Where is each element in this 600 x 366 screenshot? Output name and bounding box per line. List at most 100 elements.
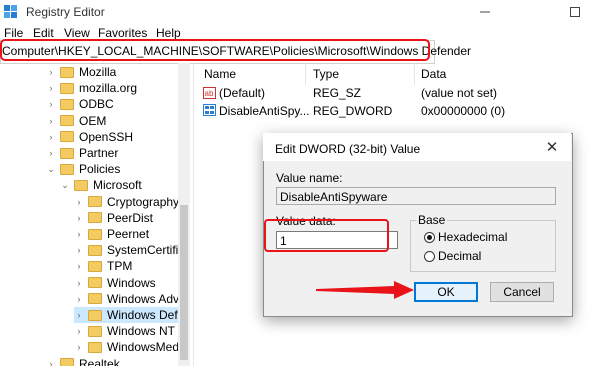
chevron-right-icon[interactable]: › <box>74 326 84 336</box>
chevron-down-icon[interactable]: ⌄ <box>46 164 56 175</box>
dialog-close-icon[interactable]: ✕ <box>541 137 563 157</box>
tree-item-label: Windows Adva <box>107 291 186 306</box>
value-name[interactable]: (Default) <box>219 86 265 100</box>
tree-item[interactable]: ⌄ Microsoft <box>60 177 141 193</box>
regedit-app-icon <box>4 5 18 19</box>
tree-item[interactable]: › SystemCertific <box>74 242 185 258</box>
chevron-right-icon[interactable]: › <box>74 278 84 288</box>
folder-icon <box>88 212 102 224</box>
tree-item-label: Partner <box>79 146 119 160</box>
tree-item[interactable]: › TPM <box>74 258 133 274</box>
chevron-right-icon[interactable]: › <box>46 132 56 142</box>
column-header-data[interactable]: Data <box>421 67 446 81</box>
window-title: Registry Editor <box>26 5 105 19</box>
chevron-right-icon[interactable]: › <box>46 116 56 126</box>
chevron-right-icon[interactable]: › <box>74 261 84 271</box>
value-data-highlight-box <box>264 219 389 252</box>
menu-help[interactable]: Help <box>156 26 181 40</box>
tree-item-label: OpenSSH <box>79 129 134 144</box>
chevron-right-icon[interactable]: › <box>74 245 84 255</box>
value-name-label: Value name: <box>276 171 343 185</box>
tree-item-label: Cryptography <box>107 194 180 209</box>
tree-item[interactable]: › Cryptography <box>74 194 180 210</box>
column-header-name[interactable]: Name <box>204 67 236 81</box>
chevron-right-icon[interactable]: › <box>46 83 56 93</box>
column-separator[interactable] <box>305 63 306 85</box>
string-value-icon: ab <box>203 87 216 99</box>
chevron-right-icon[interactable]: › <box>46 148 56 158</box>
tree-item-label: OEM <box>79 113 107 128</box>
ok-button[interactable]: OK <box>414 282 478 302</box>
column-separator[interactable] <box>414 63 415 85</box>
folder-icon <box>60 98 74 110</box>
menu-view[interactable]: View <box>64 26 90 40</box>
folder-icon <box>60 358 74 366</box>
svg-text:ab: ab <box>205 89 214 98</box>
tree-item[interactable]: › Windows <box>74 275 156 291</box>
tree-item[interactable]: › Windows Adva <box>74 291 186 307</box>
value-type: REG_DWORD <box>313 104 393 118</box>
tree-item[interactable]: › Mozilla <box>46 64 117 80</box>
tree-item[interactable]: › Partner <box>46 145 119 161</box>
menu-file[interactable]: File <box>4 26 23 40</box>
tree-item-label: Windows NT <box>107 324 176 339</box>
chevron-right-icon[interactable]: › <box>74 294 84 304</box>
folder-icon <box>88 341 102 353</box>
chevron-right-icon[interactable]: › <box>74 197 84 207</box>
tree-item[interactable]: › Windows Defe <box>74 307 190 323</box>
folder-icon <box>60 66 74 78</box>
radio-hexadecimal-label[interactable]: Hexadecimal <box>438 230 507 244</box>
folder-icon <box>60 82 74 94</box>
folder-icon <box>88 260 102 272</box>
tree-item[interactable]: › OpenSSH <box>46 129 134 145</box>
tree-item[interactable]: › Peernet <box>74 226 150 242</box>
tree-scrollbar-thumb[interactable] <box>180 205 188 360</box>
chevron-right-icon[interactable]: › <box>46 67 56 77</box>
tree-item[interactable]: ⌄ Policies <box>46 161 120 177</box>
tree-item[interactable]: › Realtek <box>46 356 120 366</box>
radio-hexadecimal[interactable] <box>424 232 435 243</box>
value-name-field: DisableAntiSpyware <box>276 187 556 205</box>
menu-edit[interactable]: Edit <box>33 26 54 40</box>
folder-icon <box>88 196 102 208</box>
chevron-down-icon[interactable]: ⌄ <box>60 180 70 191</box>
column-header-type[interactable]: Type <box>313 67 339 81</box>
folder-icon <box>88 293 102 305</box>
tree-item-label: Realtek <box>79 356 120 366</box>
folder-icon <box>60 147 74 159</box>
chevron-right-icon[interactable]: › <box>74 310 84 320</box>
tree-item-label: PeerDist <box>107 210 154 225</box>
folder-icon <box>88 244 102 256</box>
folder-icon <box>88 309 102 321</box>
folder-icon <box>74 179 88 191</box>
red-arrow-icon <box>316 280 416 300</box>
chevron-right-icon[interactable]: › <box>74 213 84 223</box>
folder-icon <box>88 325 102 337</box>
value-data: (value not set) <box>421 86 498 100</box>
chevron-right-icon[interactable]: › <box>74 229 84 239</box>
radio-decimal[interactable] <box>424 251 435 262</box>
tree-item[interactable]: › WindowsMedi <box>74 339 182 355</box>
chevron-right-icon[interactable]: › <box>46 99 56 109</box>
folder-icon <box>60 131 74 143</box>
cancel-button[interactable]: Cancel <box>490 282 554 302</box>
tree-item-label: TPM <box>107 259 133 274</box>
chevron-right-icon[interactable]: › <box>46 359 56 366</box>
tree-item[interactable]: › ODBC <box>46 96 114 112</box>
registry-tree: › Mozilla › mozilla.org › ODBC › OEM › OpenSSH › Pa… <box>0 63 190 366</box>
tree-item-label: Mozilla <box>79 65 117 79</box>
tree-item-label: mozilla.org <box>79 81 138 96</box>
value-data: 0x00000000 (0) <box>421 104 506 118</box>
tree-item[interactable]: › Windows NT <box>74 323 176 339</box>
minimize-button[interactable] <box>462 0 508 24</box>
chevron-right-icon[interactable]: › <box>74 342 84 352</box>
pane-divider[interactable] <box>193 63 194 366</box>
tree-item[interactable]: › OEM <box>46 113 107 129</box>
value-name[interactable]: DisableAntiSpy... <box>219 104 310 118</box>
base-group-label: Base <box>416 213 448 227</box>
tree-item[interactable]: › mozilla.org <box>46 80 138 96</box>
maximize-button[interactable] <box>552 0 598 24</box>
radio-decimal-label[interactable]: Decimal <box>438 249 481 263</box>
tree-item[interactable]: › PeerDist <box>74 210 154 226</box>
menu-favorites[interactable]: Favorites <box>98 26 147 40</box>
